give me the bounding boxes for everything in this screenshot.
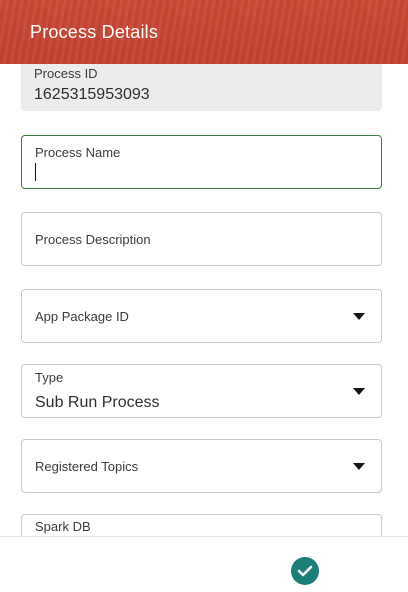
chevron-down-icon: [353, 313, 365, 320]
process-name-label: Process Name: [35, 145, 121, 160]
process-description-input[interactable]: Process Description: [21, 212, 382, 266]
registered-topics-label: Registered Topics: [35, 459, 139, 474]
text-cursor: [35, 163, 36, 181]
registered-topics-select[interactable]: Registered Topics: [21, 439, 382, 493]
app-package-id-select[interactable]: App Package ID: [21, 289, 382, 343]
chevron-down-icon: [353, 388, 365, 395]
check-icon: [297, 565, 313, 577]
form-scroll-area[interactable]: Process ID 1625315953093 Process Name Pr…: [0, 64, 408, 536]
process-id-field: Process ID 1625315953093: [21, 64, 382, 111]
spark-db-field[interactable]: Spark DB: [21, 514, 382, 536]
process-description-label: Process Description: [35, 232, 151, 247]
app-header: Process Details: [0, 0, 408, 64]
footer-bar: [0, 536, 408, 592]
process-id-value: 1625315953093: [34, 86, 150, 103]
type-label: Type: [35, 370, 64, 385]
chevron-down-icon: [353, 463, 365, 470]
confirm-button[interactable]: [291, 557, 319, 585]
page-title: Process Details: [30, 22, 159, 42]
app-package-id-label: App Package ID: [35, 309, 129, 324]
process-name-input[interactable]: Process Name: [21, 135, 382, 189]
process-id-label: Process ID: [34, 66, 98, 81]
spark-db-label: Spark DB: [35, 519, 91, 534]
type-value: Sub Run Process: [35, 394, 160, 411]
type-select[interactable]: Type Sub Run Process: [21, 364, 382, 418]
